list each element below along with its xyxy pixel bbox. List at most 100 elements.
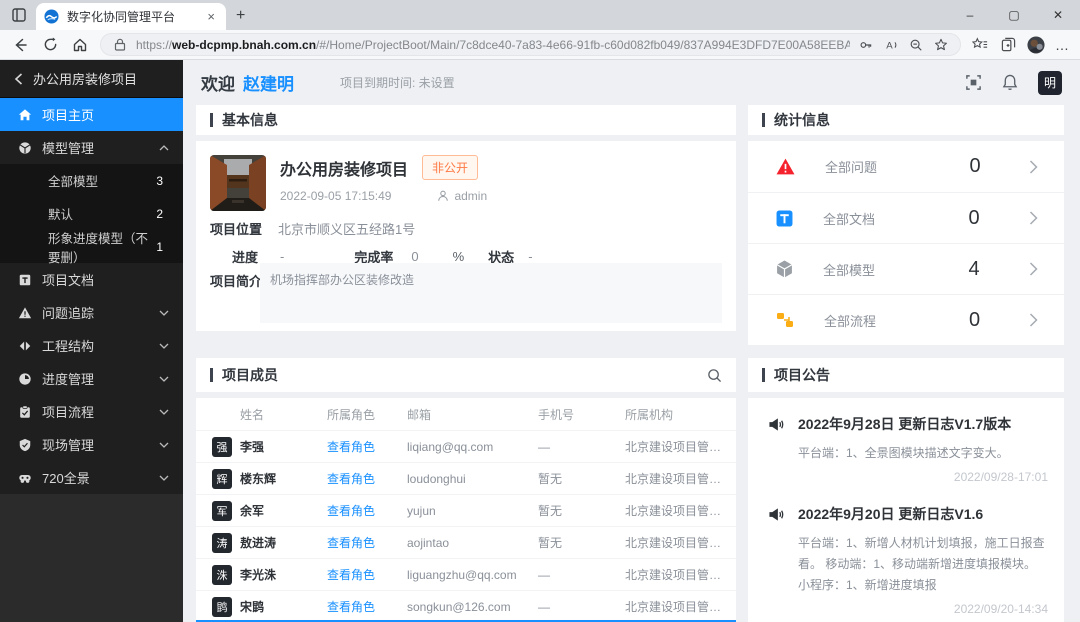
stats-row-workflows[interactable]: 全部流程 0 [748, 294, 1064, 345]
project-deadline-label: 项目到期时间: 未设置 [340, 74, 455, 91]
new-tab-button[interactable]: + [236, 7, 245, 25]
structure-icon [18, 339, 32, 353]
member-avatar: 辉 [212, 469, 232, 489]
document-icon [18, 273, 32, 287]
sidebar-item-engineering-structure[interactable]: 工程结构 [0, 329, 183, 362]
sidebar-project-header[interactable]: 办公用房装修项目 [0, 60, 183, 98]
member-avatar: 鹍 [212, 597, 232, 617]
sidebar-project-name: 办公用房装修项目 [33, 69, 137, 88]
stat-value: 0 [919, 207, 1029, 230]
svg-text:A: A [886, 40, 893, 51]
stats-row-documents[interactable]: 全部文档 0 [748, 192, 1064, 243]
window-minimize-button[interactable]: – [948, 0, 992, 30]
password-key-icon[interactable] [857, 36, 875, 54]
members-table: 姓名 所属角色 邮箱 手机号 所属机构 强 李强 查看角色 liqiang@qq… [196, 398, 736, 622]
address-bar[interactable]: https://web-dcpmp.bnah.com.cn/#/Home/Pro… [100, 33, 961, 56]
member-avatar: 军 [212, 501, 232, 521]
sidebar-item-project-documents[interactable]: 项目文档 [0, 263, 183, 296]
section-title: 统计信息 [774, 110, 830, 130]
chevron-right-icon [1029, 262, 1038, 276]
favorites-star-icon[interactable] [932, 36, 950, 54]
profile-avatar-icon[interactable] [1027, 36, 1045, 54]
tab-close-icon[interactable]: × [204, 9, 218, 24]
browser-tab[interactable]: 数字化协同管理平台 × [36, 3, 226, 30]
sidebar-item-project-workflow[interactable]: 项目流程 [0, 395, 183, 428]
refresh-icon[interactable] [40, 35, 60, 55]
member-avatar: 洙 [212, 565, 232, 585]
sidebar-subitem-progress-model[interactable]: 形象进度模型（不要删） 1 [0, 230, 183, 263]
member-row: 鹍 宋鹍 查看角色 songkun@126.com — 北京建设项目管理… [196, 590, 736, 622]
project-created-time: 2022-09-05 17:15:49 [280, 189, 391, 203]
sidebar-item-720-panorama[interactable]: 720全景 [0, 461, 183, 494]
chevron-down-icon [159, 409, 169, 415]
sidebar-subitem-default[interactable]: 默认 2 [0, 197, 183, 230]
notification-bell-icon[interactable] [1002, 74, 1018, 91]
announcement-item: 2022年9月20日 更新日志V1.6 平台端：1、新增人材机计划填报，施工日报… [768, 504, 1048, 616]
read-aloud-icon[interactable]: A [882, 36, 900, 54]
member-avatar: 强 [212, 437, 232, 457]
section-title: 项目成员 [222, 365, 278, 385]
sidebar: 办公用房装修项目 项目主页 模型管理 全部模型 [0, 60, 183, 622]
person-icon [437, 190, 449, 202]
megaphone-icon [768, 507, 784, 522]
section-title: 基本信息 [222, 110, 278, 130]
chevron-down-icon [159, 475, 169, 481]
stats-row-issues[interactable]: 全部问题 0 [748, 141, 1064, 192]
view-role-link[interactable]: 查看角色 [327, 598, 407, 615]
summary-label: 项目简介 [210, 271, 262, 290]
model-sphere-icon [18, 141, 32, 155]
members-table-head: 姓名 所属角色 邮箱 手机号 所属机构 [196, 398, 736, 430]
model-count-badge: 3 [156, 174, 163, 188]
fullscreen-icon[interactable] [965, 74, 982, 91]
completion-unit: % [453, 249, 465, 264]
collections-icon[interactable] [999, 36, 1017, 54]
window-maximize-button[interactable]: ▢ [992, 0, 1036, 30]
view-role-link[interactable]: 查看角色 [327, 438, 407, 455]
member-row: 辉 楼东辉 查看角色 loudonghui 暂无 北京建设项目管理… [196, 462, 736, 494]
user-avatar[interactable]: 明 [1038, 71, 1062, 95]
member-row: 涛 敖进涛 查看角色 aojintao 暂无 北京建设项目管理… [196, 526, 736, 558]
sidebar-subitem-all-models[interactable]: 全部模型 3 [0, 164, 183, 197]
section-marker [762, 113, 765, 127]
chevron-right-icon [1029, 160, 1038, 174]
settings-more-icon[interactable]: … [1055, 37, 1070, 53]
sidebar-item-site-management[interactable]: 现场管理 [0, 428, 183, 461]
sidebar-item-model-management[interactable]: 模型管理 [0, 131, 183, 164]
view-role-link[interactable]: 查看角色 [327, 534, 407, 551]
stats-row-models[interactable]: 全部模型 4 [748, 243, 1064, 294]
home-icon[interactable] [70, 35, 90, 55]
search-icon[interactable] [707, 368, 722, 383]
view-role-link[interactable]: 查看角色 [327, 502, 407, 519]
back-icon[interactable] [10, 35, 30, 55]
chevron-right-icon [1029, 211, 1038, 225]
browser-tab-strip: 数字化协同管理平台 × + – ▢ ✕ [0, 0, 1080, 30]
chevron-down-icon [159, 442, 169, 448]
chevron-down-icon [159, 343, 169, 349]
sidebar-item-progress-management[interactable]: 进度管理 [0, 362, 183, 395]
member-avatar: 涛 [212, 533, 232, 553]
view-role-link[interactable]: 查看角色 [327, 566, 407, 583]
announcement-body: 平台端：1、新增人材机计划填报，施工日报查看。 移动端：1、移动端新增进度填报模… [798, 533, 1048, 596]
tab-actions-icon[interactable] [8, 4, 30, 26]
window-close-button[interactable]: ✕ [1036, 0, 1080, 30]
zoom-out-icon[interactable] [907, 36, 925, 54]
completion-value: 0 [411, 249, 418, 264]
chevron-right-icon [1029, 313, 1038, 327]
basic-info-card: 办公用房装修项目 非公开 2022-09-05 17:15:49 admin 项… [196, 141, 736, 331]
lock-icon [111, 36, 129, 54]
current-user-link[interactable]: 赵建明 [243, 70, 294, 95]
announcement-time: 2022/09/20-14:34 [768, 602, 1048, 616]
basic-info-header: 基本信息 [196, 105, 736, 135]
announcements-header: 项目公告 [748, 358, 1064, 392]
favorites-bar-icon[interactable] [971, 36, 989, 54]
location-label: 项目位置 [210, 219, 262, 238]
progress-label: 进度 [232, 247, 258, 266]
welcome-label: 欢迎 [201, 70, 235, 95]
section-marker [762, 368, 765, 382]
view-role-link[interactable]: 查看角色 [327, 470, 407, 487]
sidebar-item-issue-tracking[interactable]: 问题追踪 [0, 296, 183, 329]
project-creator: admin [454, 189, 487, 203]
visibility-badge: 非公开 [422, 155, 478, 180]
sidebar-item-project-home[interactable]: 项目主页 [0, 98, 183, 131]
favicon-icon [44, 9, 59, 24]
